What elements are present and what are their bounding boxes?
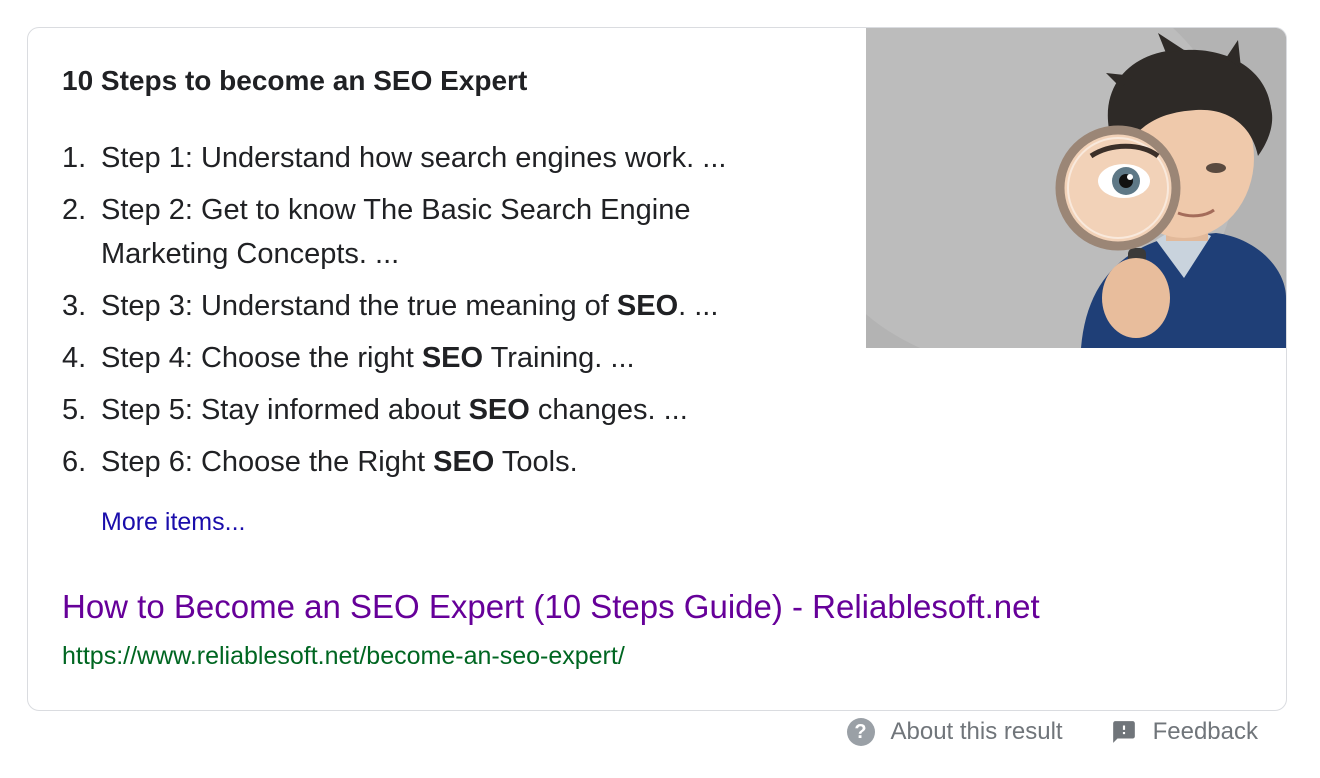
step-keyword: SEO (421, 342, 484, 374)
step-keyword: SEO (433, 446, 495, 478)
snippet-thumbnail-image[interactable] (866, 28, 1286, 348)
more-items-link[interactable]: More items... (101, 508, 245, 537)
list-item: 3. Step 3: Understand the true meaning o… (62, 284, 822, 328)
step-keyword: SEO (616, 290, 679, 322)
step-number: 6. (62, 446, 87, 478)
step-text-suffix: changes. ... (529, 394, 688, 426)
result-title-link[interactable]: How to Become an SEO Expert (10 Steps Gu… (62, 588, 1040, 626)
step-keyword: SEO (468, 394, 530, 426)
step-number: 3. (62, 290, 87, 322)
step-text: Step 4: Choose the right (101, 342, 422, 374)
step-text-suffix: Tools. (494, 446, 578, 478)
result-url: https://www.reliablesoft.net/become-an-s… (62, 642, 625, 670)
snippet-footer: ? About this result Feedback (846, 718, 1258, 746)
step-number: 1. (62, 142, 87, 174)
step-text: Step 1: Understand how search engines wo… (101, 142, 727, 174)
step-text: Step 5: Stay informed about (101, 394, 469, 426)
snippet-title: 10 Steps to become an SEO Expert (62, 65, 528, 96)
feedback-label: Feedback (1152, 718, 1258, 745)
list-item: 6. Step 6: Choose the Right SEO Tools. (62, 440, 822, 484)
man-with-magnifying-glass-illustration (866, 28, 1286, 348)
about-this-result-label: About this result (890, 718, 1063, 745)
step-text: Step 3: Understand the true meaning of (101, 290, 617, 322)
feedback-button[interactable]: Feedback (1111, 718, 1258, 746)
step-text: Step 2: Get to know The Basic Search Eng… (101, 194, 691, 270)
steps-list: 1. Step 1: Understand how search engines… (62, 136, 822, 492)
list-item: 5. Step 5: Stay informed about SEO chang… (62, 388, 822, 432)
step-number: 2. (62, 194, 87, 226)
list-item: 2. Step 2: Get to know The Basic Search … (62, 188, 822, 276)
list-item: 1. Step 1: Understand how search engines… (62, 136, 822, 180)
step-text-suffix: Training. ... (483, 342, 635, 374)
feedback-icon (1111, 719, 1137, 745)
step-number: 4. (62, 342, 87, 374)
step-text: Step 6: Choose the Right (101, 446, 434, 478)
step-text-suffix: . ... (678, 290, 719, 322)
help-circle-icon: ? (846, 718, 875, 746)
featured-snippet-card: 10 Steps to become an SEO Expert 1. Step… (27, 27, 1287, 711)
list-item: 4. Step 4: Choose the right SEO Training… (62, 336, 822, 380)
step-number: 5. (62, 394, 87, 426)
about-this-result-button[interactable]: ? About this result (846, 718, 1063, 746)
